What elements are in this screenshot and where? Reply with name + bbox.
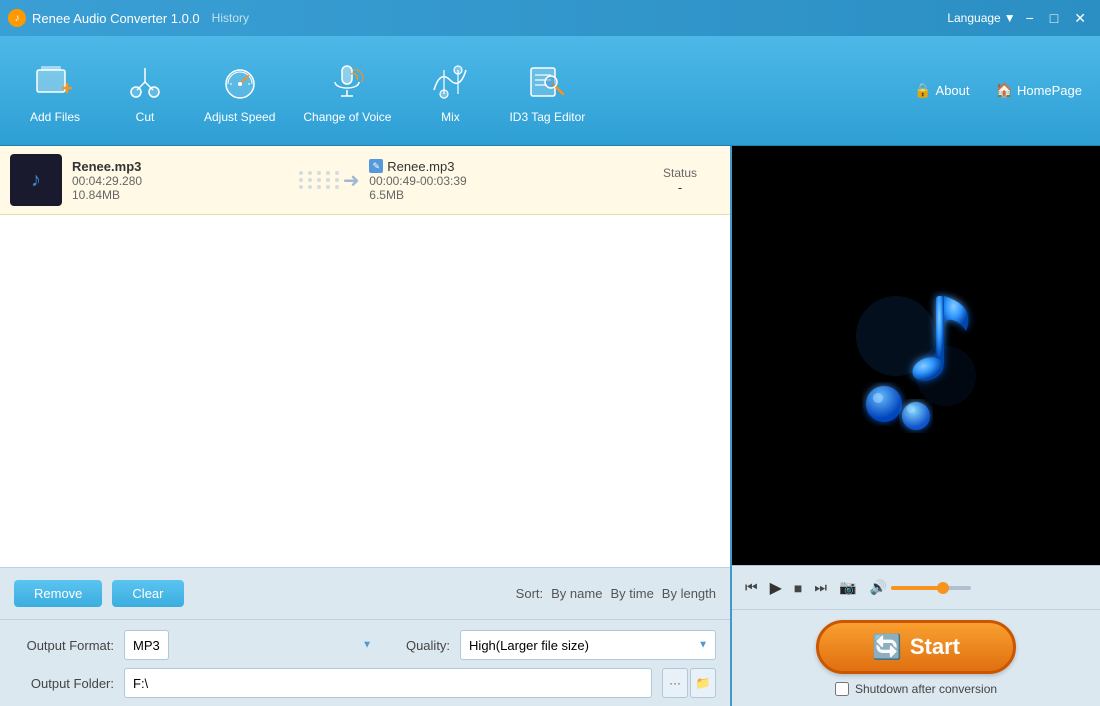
browse-folder-button[interactable]: ··· <box>662 668 688 698</box>
file-status: Status - <box>640 166 720 195</box>
file-thumbnail: ♪ <box>10 154 62 206</box>
output-file-name: Renee.mp3 <box>387 159 454 174</box>
remove-button[interactable]: Remove <box>14 580 102 607</box>
output-size: 6.5MB <box>369 188 630 202</box>
volume-icon: 🔊 <box>869 579 886 596</box>
quality-select-wrapper: High(Larger file size) <box>460 630 716 660</box>
edit-icon[interactable]: ✎ <box>369 159 383 173</box>
folder-buttons: ··· 📁 <box>662 668 716 698</box>
left-panel: ♪ Renee.mp3 00:04:29.280 10.84MB ➜ <box>0 146 730 706</box>
volume-slider[interactable] <box>891 586 971 590</box>
output-area: Output Format: MP3 Quality: High(Larger … <box>0 619 730 706</box>
skip-back-button[interactable]: ⏮ <box>742 576 761 599</box>
title-bar-controls: Language ▼ − □ ✕ <box>947 8 1092 29</box>
voice-icon <box>323 58 371 106</box>
start-refresh-icon: 🔄 <box>872 633 902 662</box>
bottom-bar: Remove Clear Sort: By name By time By le… <box>0 567 730 619</box>
adjust-speed-label: Adjust Speed <box>204 110 275 124</box>
output-name-row: ✎ Renee.mp3 <box>369 159 630 174</box>
toolbar-right: 🔒 About 🏠 HomePage <box>906 78 1090 103</box>
cut-icon <box>121 58 169 106</box>
clear-button[interactable]: Clear <box>112 580 183 607</box>
mix-icon <box>426 58 474 106</box>
sort-label: Sort: <box>516 586 543 601</box>
id3-label: ID3 Tag Editor <box>509 110 585 124</box>
file-list: ♪ Renee.mp3 00:04:29.280 10.84MB ➜ <box>0 146 730 567</box>
svg-text:♪: ♪ <box>31 169 41 191</box>
preview-area <box>732 146 1100 565</box>
output-time: 00:00:49-00:03:39 <box>369 174 630 188</box>
history-link[interactable]: History <box>212 11 249 25</box>
start-area: 🔄 Start Shutdown after conversion <box>732 609 1100 706</box>
id3-tag-editor-button[interactable]: ID3 Tag Editor <box>495 50 599 132</box>
quality-select[interactable]: High(Larger file size) <box>460 630 716 660</box>
volume-fill <box>891 586 939 590</box>
toolbar: Add Files Cut Adjust Spee <box>0 36 1100 146</box>
play-button[interactable]: ▶ <box>767 575 785 601</box>
sort-by-name[interactable]: By name <box>551 586 602 601</box>
add-files-icon <box>31 58 79 106</box>
format-select-wrapper: MP3 <box>124 630 380 660</box>
format-label: Output Format: <box>14 638 114 653</box>
volume-area: 🔊 <box>869 579 970 596</box>
cut-label: Cut <box>136 110 155 124</box>
mix-button[interactable]: Mix <box>405 50 495 132</box>
shutdown-checkbox[interactable] <box>835 682 849 696</box>
cut-button[interactable]: Cut <box>100 50 190 132</box>
file-info: Renee.mp3 00:04:29.280 10.84MB <box>72 159 289 202</box>
sort-by-time[interactable]: By time <box>610 586 653 601</box>
title-bar-left: ♪ Renee Audio Converter 1.0.0 History <box>8 9 249 27</box>
close-button[interactable]: ✕ <box>1068 8 1092 29</box>
sort-by-length[interactable]: By length <box>662 586 716 601</box>
title-bar: ♪ Renee Audio Converter 1.0.0 History La… <box>0 0 1100 36</box>
app-title: Renee Audio Converter 1.0.0 <box>32 11 200 26</box>
quality-label: Quality: <box>406 638 450 653</box>
homepage-button[interactable]: 🏠 HomePage <box>988 78 1090 103</box>
lock-icon: 🔒 <box>914 82 931 99</box>
player-controls: ⏮ ▶ ■ ⏭ 📷 🔊 <box>732 565 1100 609</box>
home-icon: 🏠 <box>996 82 1013 99</box>
dot-grid-icon <box>299 171 341 189</box>
start-label: Start <box>910 634 960 660</box>
shutdown-row: Shutdown after conversion <box>835 682 997 696</box>
main-layout: ♪ Renee.mp3 00:04:29.280 10.84MB ➜ <box>0 146 1100 706</box>
about-button[interactable]: 🔒 About <box>906 78 977 103</box>
music-thumbnail-icon: ♪ <box>18 162 54 198</box>
file-size: 10.84MB <box>72 188 289 202</box>
skip-forward-button[interactable]: ⏭ <box>811 576 830 599</box>
status-header: Status <box>640 166 720 180</box>
sort-area: Sort: By name By time By length <box>516 586 716 601</box>
adjust-speed-button[interactable]: Adjust Speed <box>190 50 289 132</box>
language-button[interactable]: Language ▼ <box>947 8 1015 29</box>
shutdown-label: Shutdown after conversion <box>855 682 997 696</box>
maximize-button[interactable]: □ <box>1044 8 1064 29</box>
folder-input[interactable] <box>124 668 652 698</box>
speed-icon <box>216 58 264 106</box>
add-files-label: Add Files <box>30 110 80 124</box>
format-select[interactable]: MP3 <box>124 630 169 660</box>
id3-icon <box>523 58 571 106</box>
screenshot-button[interactable]: 📷 <box>836 576 859 599</box>
mix-label: Mix <box>441 110 460 124</box>
minimize-button[interactable]: − <box>1020 8 1040 29</box>
stop-button[interactable]: ■ <box>791 577 805 599</box>
app-logo: ♪ <box>8 9 26 27</box>
change-voice-label: Change of Voice <box>303 110 391 124</box>
music-preview-icon <box>816 256 1016 456</box>
change-voice-button[interactable]: Change of Voice <box>289 50 405 132</box>
add-files-button[interactable]: Add Files <box>10 50 100 132</box>
file-output: ✎ Renee.mp3 00:00:49-00:03:39 6.5MB <box>369 159 630 202</box>
file-duration: 00:04:29.280 <box>72 174 289 188</box>
open-folder-button[interactable]: 📁 <box>690 668 716 698</box>
start-button[interactable]: 🔄 Start <box>816 620 1016 674</box>
table-row: ♪ Renee.mp3 00:04:29.280 10.84MB ➜ <box>0 146 730 215</box>
convert-arrow: ➜ <box>299 168 359 193</box>
right-panel: ⏮ ▶ ■ ⏭ 📷 🔊 🔄 Start Shutdown after conve… <box>730 146 1100 706</box>
format-row: Output Format: MP3 Quality: High(Larger … <box>14 630 716 660</box>
status-value: - <box>640 180 720 195</box>
file-name: Renee.mp3 <box>72 159 289 174</box>
folder-row: Output Folder: ··· 📁 <box>14 668 716 698</box>
volume-thumb <box>937 582 949 594</box>
folder-label: Output Folder: <box>14 676 114 691</box>
